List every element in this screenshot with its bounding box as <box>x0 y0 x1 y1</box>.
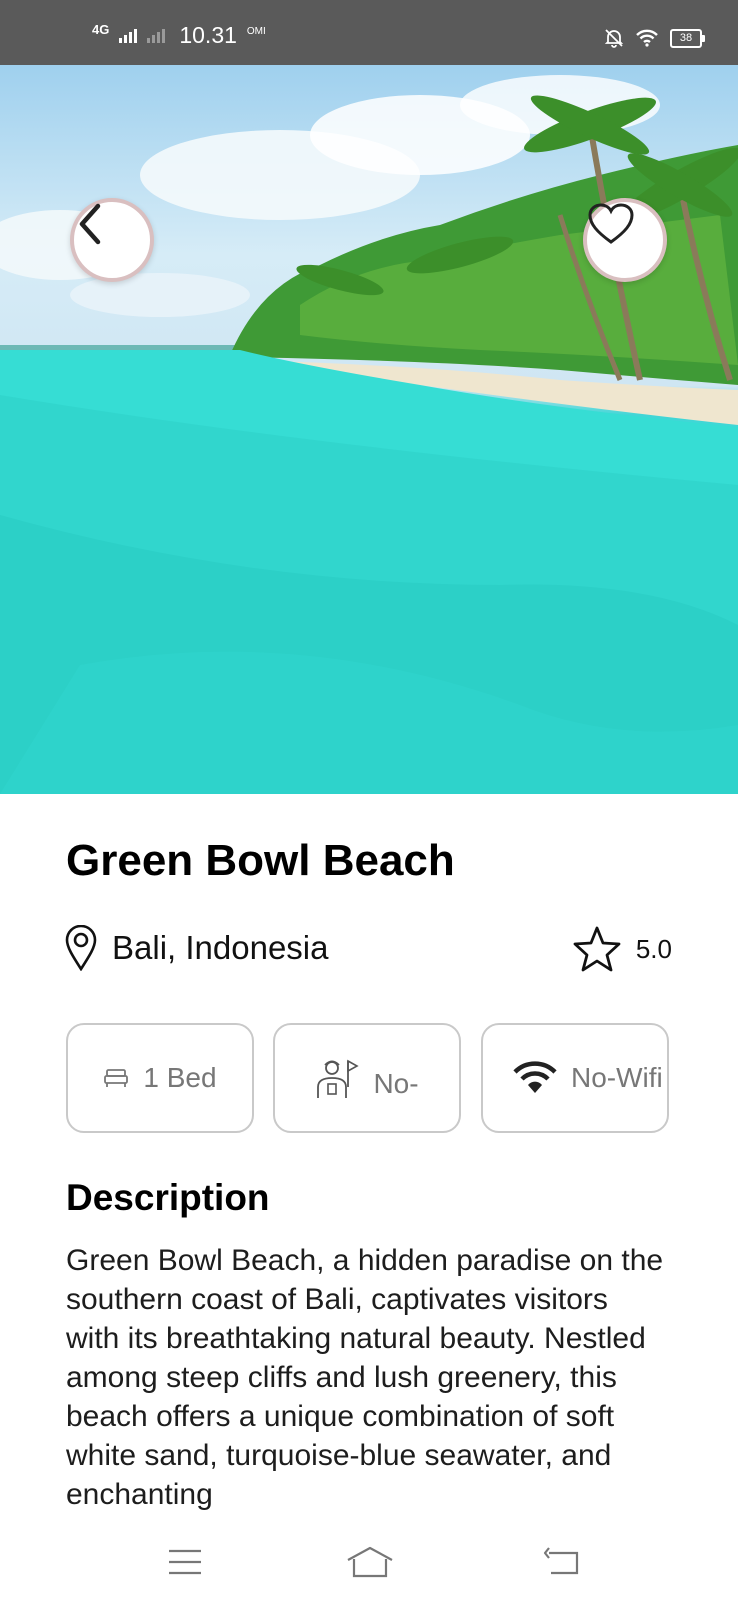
home-button[interactable] <box>340 1540 400 1584</box>
description-heading: Description <box>66 1177 270 1218</box>
location-pin-icon <box>65 925 97 971</box>
chevron-left-icon <box>79 203 101 245</box>
wifi-status-icon <box>636 29 658 47</box>
amenity-label: No- <box>373 1068 419 1099</box>
system-nav-bar <box>0 1520 738 1600</box>
network-type: 4G <box>92 22 110 37</box>
amenity-guide[interactable]: No- <box>273 1023 461 1133</box>
battery-icon: 38 <box>670 28 705 48</box>
status-right: 38 <box>604 28 705 48</box>
carrier-tag: OMI <box>246 26 266 37</box>
home-icon <box>347 1546 393 1578</box>
location-text: Bali, Indonesia <box>112 929 329 966</box>
amenity-label: 1 Bed <box>143 1062 217 1093</box>
status-bar: 4G 10.31 OMI 38 <box>0 0 738 65</box>
return-icon <box>543 1547 579 1575</box>
heart-icon <box>588 203 634 244</box>
amenity-wifi[interactable]: No-Wifi <box>481 1023 669 1133</box>
star-icon <box>573 926 621 972</box>
location-row: Bali, Indonesia <box>64 925 328 971</box>
place-title: Green Bowl Beach <box>66 836 455 885</box>
amenity-label: No-Wifi <box>571 1062 663 1093</box>
rating-value: 5.0 <box>635 933 672 964</box>
back-button[interactable] <box>70 198 154 282</box>
menu-icon <box>169 1549 201 1575</box>
rating: 5.0 <box>572 925 672 973</box>
description-text: Green Bowl Beach, a hidden paradise on t… <box>66 1244 664 1511</box>
back-nav-button[interactable] <box>533 1540 593 1584</box>
status-left: 4G 10.31 OMI <box>92 22 266 49</box>
wifi-icon <box>513 1061 557 1093</box>
signal-icon <box>119 28 138 43</box>
tour-guide-icon <box>317 1059 360 1098</box>
amenity-bed[interactable]: 1 Bed <box>66 1023 254 1133</box>
favorite-button[interactable] <box>583 198 667 282</box>
signal-secondary-icon <box>147 28 166 43</box>
hero-image <box>0 65 738 794</box>
menu-button[interactable] <box>155 1540 215 1584</box>
bed-icon <box>104 1069 129 1087</box>
beach-photo <box>0 75 738 794</box>
status-time: 10.31 <box>179 22 237 48</box>
bell-off-icon <box>604 29 624 48</box>
